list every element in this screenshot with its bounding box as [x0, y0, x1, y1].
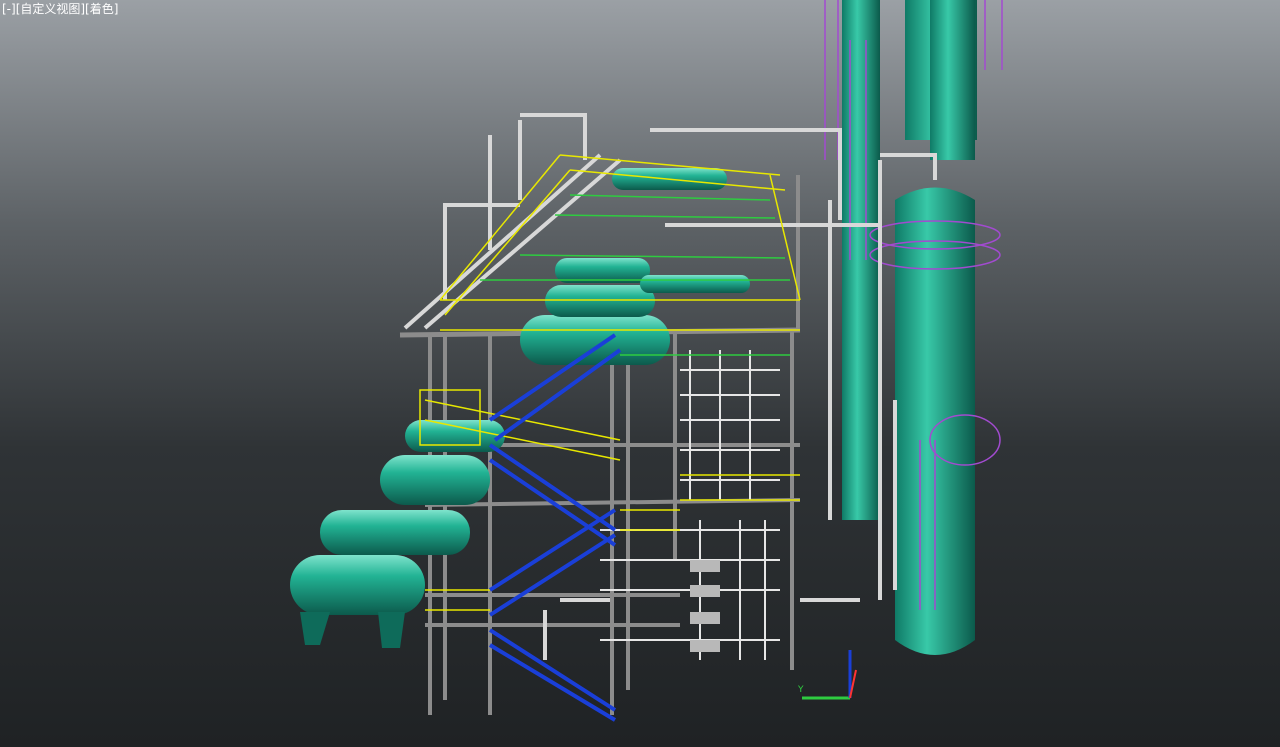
horizontal-vessels [290, 168, 750, 648]
plant-model[interactable]: Y [0, 0, 1280, 747]
instrument-blocks [690, 560, 720, 652]
stairs [488, 333, 622, 722]
ucs-axis-icon: Y [797, 650, 857, 700]
svg-text:Y: Y [797, 685, 804, 695]
3d-viewport[interactable]: [-][自定义视图][着色] Y [0, 0, 1280, 747]
distillation-column-large [842, 0, 977, 655]
